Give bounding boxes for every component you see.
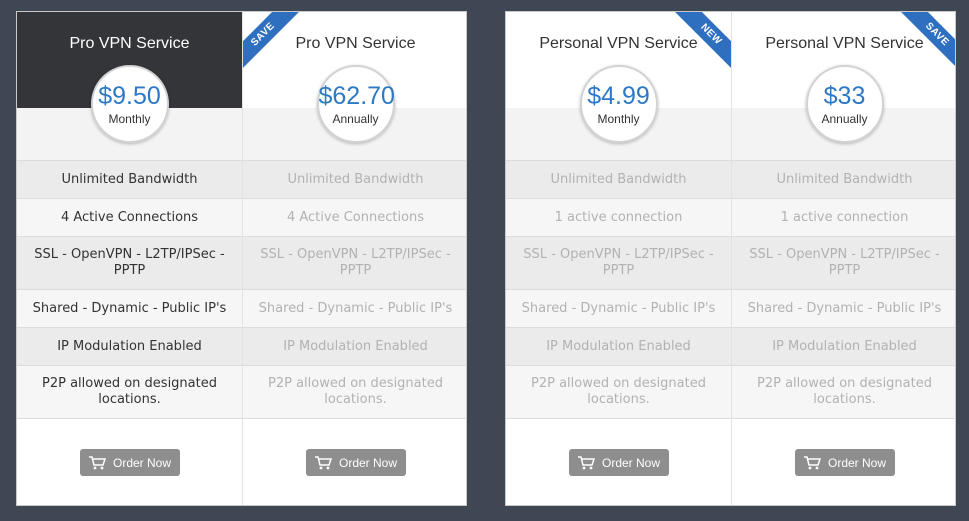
save-ribbon: SAVE bbox=[901, 12, 955, 68]
order-now-button[interactable]: Order Now bbox=[79, 449, 180, 476]
feature-item: Unlimited Bandwidth bbox=[506, 160, 731, 198]
plan-card-pro-monthly: Pro VPN Service $9.50 Monthly Unlimited … bbox=[17, 12, 242, 505]
feature-item: IP Modulation Enabled bbox=[17, 327, 242, 365]
feature-item: SSL - OpenVPN - L2TP/IPSec - PPTP bbox=[506, 236, 731, 289]
plan-footer: Order Now bbox=[243, 418, 466, 505]
feature-item: Shared - Dynamic - Public IP's bbox=[243, 289, 466, 327]
feature-item: P2P allowed on designated locations. bbox=[506, 365, 731, 418]
order-now-button[interactable]: Order Now bbox=[305, 449, 406, 476]
shopping-cart-icon bbox=[88, 455, 106, 469]
feature-item: Shared - Dynamic - Public IP's bbox=[732, 289, 955, 327]
order-now-button[interactable]: Order Now bbox=[568, 449, 669, 476]
feature-list: Unlimited Bandwidth 4 Active Connections… bbox=[243, 160, 466, 418]
shopping-cart-icon bbox=[577, 455, 595, 469]
pricing-table-personal: Personal VPN Service NEW $4.99 Monthly U… bbox=[505, 11, 956, 506]
shopping-cart-icon bbox=[314, 455, 332, 469]
feature-item: 1 active connection bbox=[732, 198, 955, 236]
order-now-label: Order Now bbox=[827, 455, 886, 470]
plan-price: $9.50 bbox=[98, 82, 161, 110]
feature-list: Unlimited Bandwidth 1 active connection … bbox=[506, 160, 731, 418]
plan-price: $62.70 bbox=[318, 82, 395, 110]
price-circle: $62.70 Annually bbox=[316, 65, 395, 143]
order-now-label: Order Now bbox=[601, 455, 660, 470]
shopping-cart-icon bbox=[803, 455, 821, 469]
price-circle: $4.99 Monthly bbox=[579, 65, 658, 143]
feature-item: Unlimited Bandwidth bbox=[732, 160, 955, 198]
feature-item: Unlimited Bandwidth bbox=[243, 160, 466, 198]
ribbon-label: NEW bbox=[675, 12, 731, 68]
price-circle: $9.50 Monthly bbox=[90, 65, 169, 143]
pricing-table-pro: Pro VPN Service $9.50 Monthly Unlimited … bbox=[16, 11, 467, 506]
feature-item: 4 Active Connections bbox=[243, 198, 466, 236]
feature-item: Unlimited Bandwidth bbox=[17, 160, 242, 198]
ribbon-label: SAVE bbox=[243, 12, 299, 68]
order-now-label: Order Now bbox=[338, 455, 397, 470]
feature-list: Unlimited Bandwidth 1 active connection … bbox=[732, 160, 955, 418]
plan-period: Monthly bbox=[108, 112, 151, 126]
feature-item: P2P allowed on designated locations. bbox=[17, 365, 242, 418]
plan-period: Annually bbox=[332, 112, 379, 126]
price-circle: $33 Annually bbox=[805, 65, 884, 143]
order-now-button[interactable]: Order Now bbox=[794, 449, 895, 476]
plan-footer: Order Now bbox=[17, 418, 242, 505]
feature-item: Shared - Dynamic - Public IP's bbox=[17, 289, 242, 327]
feature-item: IP Modulation Enabled bbox=[732, 327, 955, 365]
feature-item: SSL - OpenVPN - L2TP/IPSec - PPTP bbox=[243, 236, 466, 289]
feature-item: SSL - OpenVPN - L2TP/IPSec - PPTP bbox=[17, 236, 242, 289]
plan-card-pro-annual: Pro VPN Service SAVE $62.70 Annually Unl… bbox=[242, 12, 466, 505]
plan-footer: Order Now bbox=[732, 418, 955, 505]
feature-item: IP Modulation Enabled bbox=[243, 327, 466, 365]
ribbon-label: SAVE bbox=[901, 12, 955, 68]
feature-item: 4 Active Connections bbox=[17, 198, 242, 236]
feature-item: SSL - OpenVPN - L2TP/IPSec - PPTP bbox=[732, 236, 955, 289]
plan-period: Annually bbox=[821, 112, 868, 126]
plan-card-personal-monthly: Personal VPN Service NEW $4.99 Monthly U… bbox=[506, 12, 731, 505]
plan-footer: Order Now bbox=[506, 418, 731, 505]
plan-title: Pro VPN Service bbox=[69, 35, 190, 52]
order-now-label: Order Now bbox=[112, 455, 171, 470]
feature-item: IP Modulation Enabled bbox=[506, 327, 731, 365]
save-ribbon: SAVE bbox=[243, 12, 299, 68]
feature-list: Unlimited Bandwidth 4 Active Connections… bbox=[17, 160, 242, 418]
feature-item: 1 active connection bbox=[506, 198, 731, 236]
plan-price: $4.99 bbox=[587, 82, 650, 110]
feature-item: Shared - Dynamic - Public IP's bbox=[506, 289, 731, 327]
plan-period: Monthly bbox=[597, 112, 640, 126]
new-ribbon: NEW bbox=[675, 12, 731, 68]
plan-price: $33 bbox=[823, 82, 866, 110]
feature-item: P2P allowed on designated locations. bbox=[243, 365, 466, 418]
feature-item: P2P allowed on designated locations. bbox=[732, 365, 955, 418]
plan-card-personal-annual: Personal VPN Service SAVE $33 Annually U… bbox=[731, 12, 955, 505]
